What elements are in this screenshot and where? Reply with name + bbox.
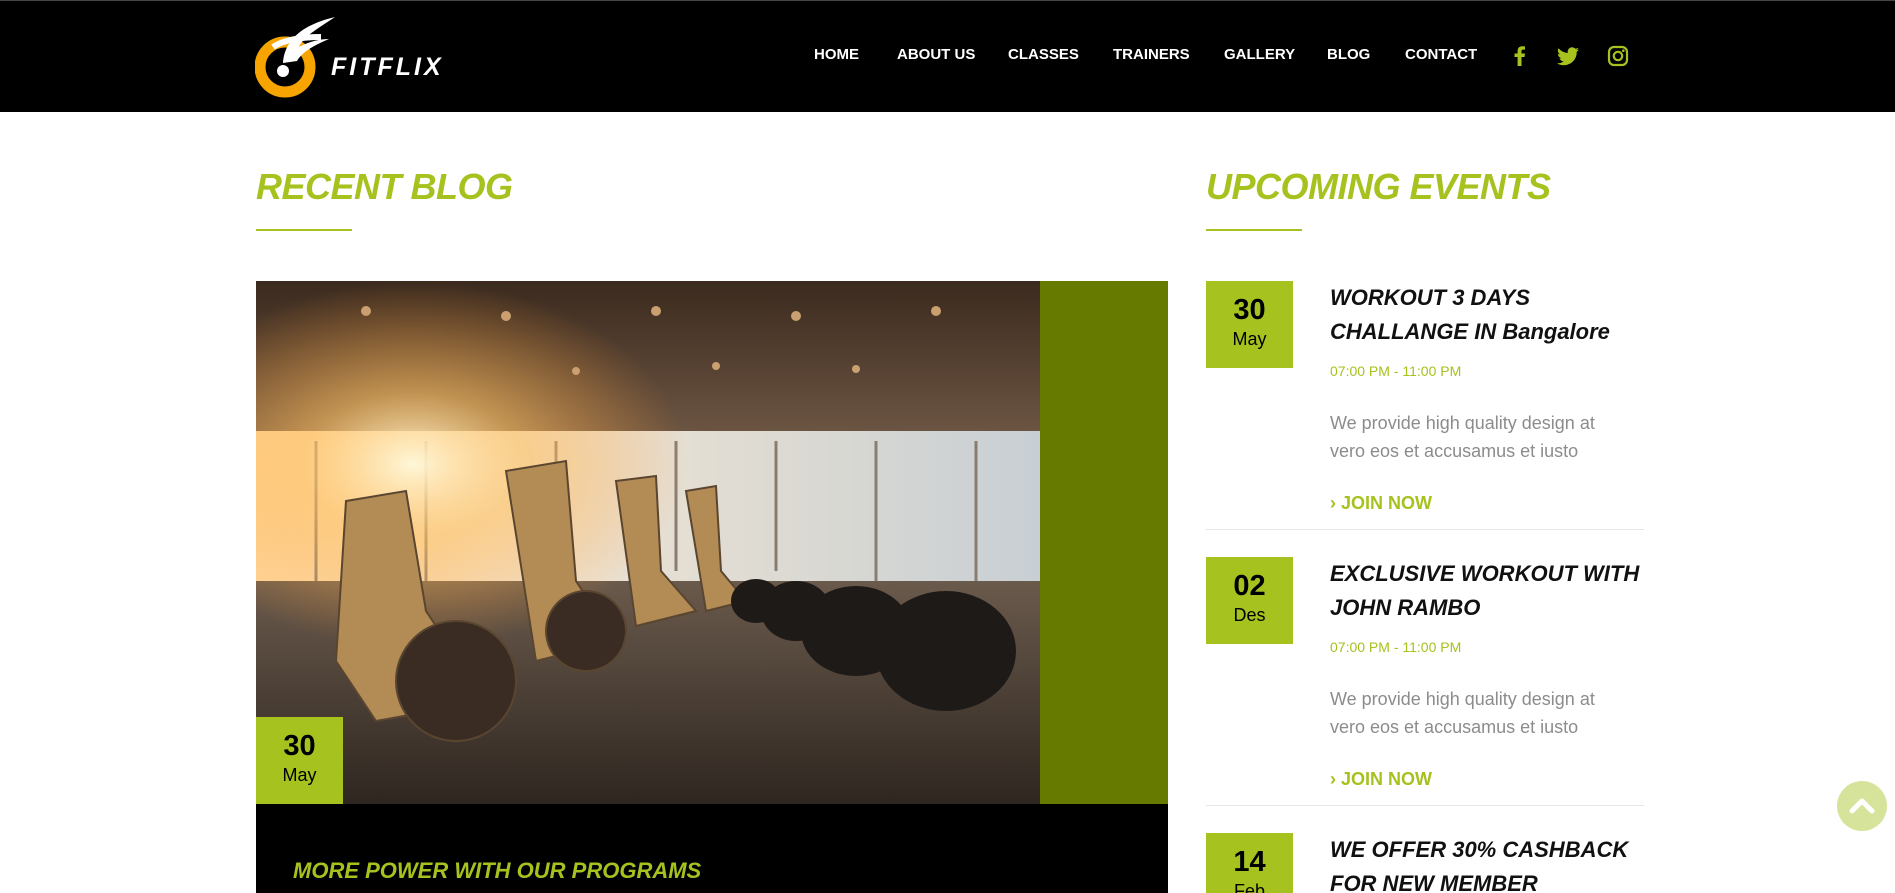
event-month: May (1232, 329, 1267, 349)
nav-home[interactable]: HOME (814, 46, 859, 63)
event-title[interactable]: WE OFFER 30% CASHBACK FOR NEW MEMBER (1330, 833, 1644, 893)
top-navbar: FITFLIX HOME ABOUT US CLASSES TRAINERS G… (0, 0, 1895, 112)
chevron-right-icon: › (1330, 769, 1336, 789)
event-date-badge: 02 Des (1206, 557, 1293, 644)
blog-post-title[interactable]: MORE POWER WITH OUR PROGRAMS (293, 858, 701, 884)
recent-blog-title: RECENT BLOG (256, 166, 513, 207)
nav-gallery[interactable]: GALLERY (1224, 46, 1295, 63)
fitflix-logo[interactable]: FITFLIX (254, 15, 465, 101)
event-day: 02 (1233, 570, 1266, 602)
chevron-up-icon (1849, 798, 1875, 814)
nav-blog[interactable]: BLOG (1327, 46, 1370, 63)
fitflix-logo-mark (254, 17, 335, 98)
instagram-icon[interactable] (1606, 44, 1630, 68)
event-title[interactable]: WORKOUT 3 DAYS CHALLANGE IN Bangalore (1330, 281, 1650, 349)
gym-bikes-photo (256, 281, 1040, 804)
chevron-right-icon: › (1330, 493, 1336, 513)
nav-about-us[interactable]: ABOUT US (897, 46, 975, 63)
upcoming-events-title: UPCOMING EVENTS (1206, 166, 1551, 207)
nav-contact[interactable]: CONTACT (1405, 46, 1477, 63)
scroll-to-top-button[interactable] (1837, 781, 1887, 831)
event-day: 30 (1233, 294, 1266, 326)
event-date-badge: 30 May (1206, 281, 1293, 368)
event-divider (1206, 805, 1644, 806)
event-date-badge: 14 Feb (1206, 833, 1293, 893)
nav-classes[interactable]: CLASSES (1008, 46, 1079, 63)
blog-date-badge: 30 May (256, 717, 343, 804)
event-item: 14 Feb WE OFFER 30% CASHBACK FOR NEW MEM… (1206, 833, 1644, 893)
event-month: Feb (1233, 881, 1266, 893)
event-description: We provide high quality design at vero e… (1330, 413, 1595, 461)
twitter-icon[interactable] (1556, 44, 1580, 68)
event-item: 30 May WORKOUT 3 DAYS CHALLANGE IN Banga… (1206, 281, 1644, 531)
facebook-icon[interactable] (1508, 44, 1532, 68)
event-description: We provide high quality design at vero e… (1330, 689, 1595, 737)
blog-post-image[interactable] (256, 281, 1040, 804)
blog-caption-bar: MORE POWER WITH OUR PROGRAMS (256, 804, 1168, 893)
event-time: 07:00 PM - 11:00 PM (1330, 639, 1462, 655)
blog-day: 30 (283, 730, 316, 762)
join-now-label: JOIN NOW (1341, 769, 1433, 789)
join-now-label: JOIN NOW (1341, 493, 1433, 513)
brand-name: FITFLIX (331, 53, 444, 81)
join-now-link[interactable]: › JOIN NOW (1330, 769, 1432, 790)
event-day: 14 (1233, 846, 1266, 878)
blog-month: May (282, 765, 317, 785)
event-divider (1206, 529, 1644, 530)
nav-trainers[interactable]: TRAINERS (1113, 46, 1190, 63)
upcoming-events-underline (1206, 229, 1302, 231)
join-now-link[interactable]: › JOIN NOW (1330, 493, 1432, 514)
event-time: 07:00 PM - 11:00 PM (1330, 363, 1462, 379)
event-item: 02 Des EXCLUSIVE WORKOUT WITH JOHN RAMBO… (1206, 557, 1644, 807)
event-title[interactable]: EXCLUSIVE WORKOUT WITH JOHN RAMBO (1330, 557, 1650, 625)
blog-side-panel (1040, 281, 1168, 804)
recent-blog-underline (256, 229, 352, 231)
event-month: Des (1233, 605, 1266, 625)
